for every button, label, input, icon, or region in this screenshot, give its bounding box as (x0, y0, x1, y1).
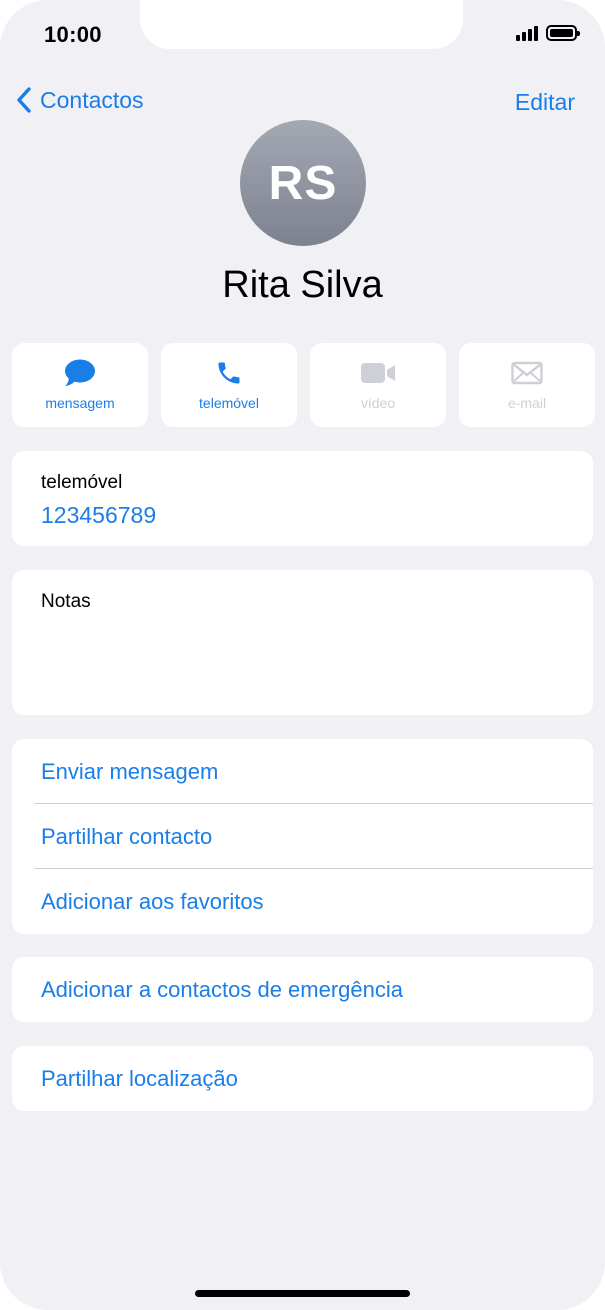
device-notch (140, 0, 463, 49)
add-to-favorites-row[interactable]: Adicionar aos favoritos (12, 869, 593, 934)
share-location-card: Partilhar localização (12, 1046, 593, 1111)
contact-detail-screen: 10:00 Contactos Editar RS Rita Silva men… (0, 0, 605, 1310)
emergency-contact-card: Adicionar a contactos de emergência (12, 957, 593, 1022)
phone-number-link[interactable]: 123456789 (41, 502, 156, 529)
video-action-button[interactable]: vídeo (310, 343, 446, 427)
phone-number-card[interactable]: telemóvel 123456789 (12, 451, 593, 546)
envelope-icon (511, 361, 543, 385)
message-bubble-icon (65, 359, 95, 386)
cellular-signal-icon (516, 25, 538, 41)
phone-action-button[interactable]: telemóvel (161, 343, 297, 427)
message-action-button[interactable]: mensagem (12, 343, 148, 427)
contact-name: Rita Silva (222, 264, 383, 306)
status-icons (516, 25, 580, 41)
phone-number-caption: telemóvel (41, 472, 123, 493)
avatar-initials: RS (268, 156, 338, 210)
home-indicator[interactable] (195, 1290, 410, 1297)
add-emergency-contact-row[interactable]: Adicionar a contactos de emergência (12, 957, 593, 1022)
notes-card[interactable]: Notas (12, 570, 593, 715)
status-time: 10:00 (44, 22, 102, 47)
back-button-label: Contactos (40, 86, 144, 113)
contact-actions-list: Enviar mensagem Partilhar contacto Adici… (12, 739, 593, 934)
battery-icon (546, 25, 580, 41)
edit-button[interactable]: Editar (515, 89, 575, 116)
share-location-row[interactable]: Partilhar localização (12, 1046, 593, 1111)
back-button[interactable]: Contactos (16, 86, 144, 114)
avatar[interactable]: RS (240, 120, 366, 246)
chevron-left-icon (17, 87, 31, 113)
quick-actions: mensagem telemóvel vídeo e-mail (12, 343, 595, 427)
share-contact-row[interactable]: Partilhar contacto (12, 804, 593, 869)
send-message-row[interactable]: Enviar mensagem (12, 739, 593, 804)
phone-icon (218, 362, 240, 384)
video-action-label: vídeo (360, 395, 396, 411)
email-action-button[interactable]: e-mail (459, 343, 595, 427)
message-action-label: mensagem (45, 395, 115, 411)
video-camera-icon (361, 363, 395, 383)
phone-action-label: telemóvel (199, 395, 259, 411)
email-action-label: e-mail (507, 395, 547, 411)
notes-label: Notas (41, 591, 91, 612)
